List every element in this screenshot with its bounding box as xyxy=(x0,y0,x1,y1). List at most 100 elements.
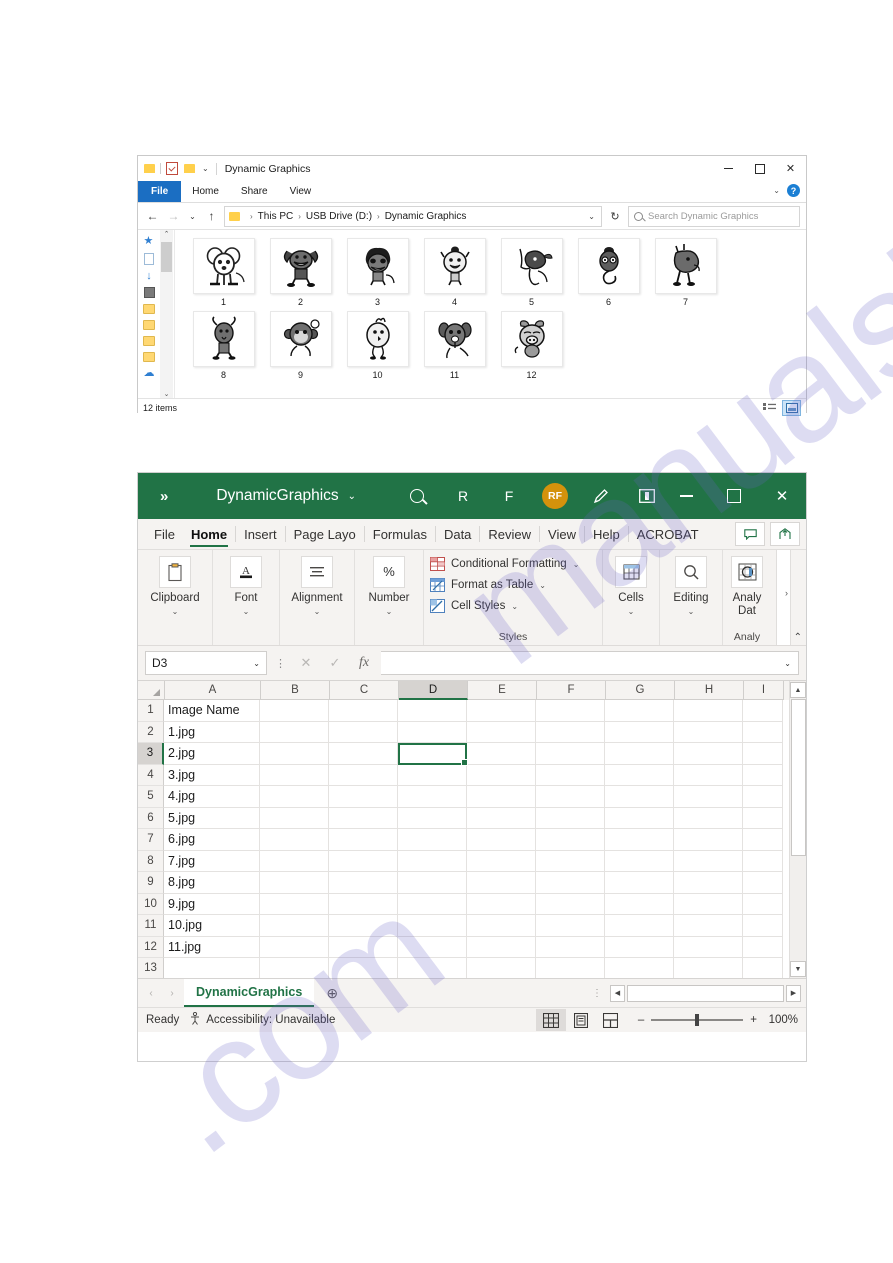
row-header[interactable]: 6 xyxy=(138,807,164,829)
cell-a6[interactable]: 5.jpg xyxy=(164,807,260,829)
chevron-down-icon[interactable]: ⌄ xyxy=(573,560,580,569)
conditional-formatting-button[interactable]: Conditional Formatting ⌄ xyxy=(430,556,579,571)
cell-e6[interactable] xyxy=(467,807,536,829)
excel-close-button[interactable]: ✕ xyxy=(758,473,806,519)
chevron-down-icon[interactable]: ⌄ xyxy=(511,602,518,611)
excel-document-title[interactable]: DynamicGraphics ⌄ xyxy=(216,487,356,505)
cell-g9[interactable] xyxy=(605,872,674,894)
cell-c12[interactable] xyxy=(329,936,398,958)
cell-e7[interactable] xyxy=(467,829,536,851)
cell-e9[interactable] xyxy=(467,872,536,894)
cell-a8[interactable]: 7.jpg xyxy=(164,850,260,872)
hscroll-left-icon[interactable]: ◀ xyxy=(610,984,625,1002)
scrollbar-thumb[interactable] xyxy=(791,699,806,856)
cell-i6[interactable] xyxy=(743,807,783,829)
cell-i11[interactable] xyxy=(743,915,783,937)
cell-c8[interactable] xyxy=(329,850,398,872)
breadcrumb-dynamic-graphics[interactable]: Dynamic Graphics xyxy=(385,211,467,222)
navigation-pane-scrollbar[interactable]: ⌃ ⌄ xyxy=(160,230,173,398)
ribbon-overflow-icon[interactable]: › xyxy=(785,588,788,598)
chevron-down-icon[interactable]: ⌄ xyxy=(688,607,695,616)
chevron-down-icon[interactable]: ⌄ xyxy=(314,607,321,616)
scrollbar-thumb[interactable] xyxy=(161,242,172,272)
collapse-ribbon-icon[interactable]: ⌃ xyxy=(794,632,802,643)
row-header[interactable]: 9 xyxy=(138,872,164,894)
recent-locations-icon[interactable]: ⌄ xyxy=(186,207,199,225)
chevron-down-icon[interactable]: ⌄ xyxy=(773,186,780,195)
scroll-up-icon[interactable]: ▲ xyxy=(790,682,806,698)
column-header-a[interactable]: A xyxy=(165,681,261,700)
format-as-table-button[interactable]: Format as Table ⌄ xyxy=(430,577,546,592)
tab-formulas[interactable]: Formulas xyxy=(365,519,435,549)
cell-h11[interactable] xyxy=(674,915,743,937)
cell-g11[interactable] xyxy=(605,915,674,937)
tab-file[interactable]: File xyxy=(146,519,183,549)
vertical-scrollbar[interactable]: ▲ ▼ xyxy=(789,681,806,978)
new-folder-icon[interactable] xyxy=(184,164,195,173)
cell-d3[interactable] xyxy=(398,743,468,765)
cell-h1[interactable] xyxy=(674,700,743,722)
folder-icon[interactable] xyxy=(143,320,155,330)
cell-e3[interactable] xyxy=(467,743,536,765)
cell-i5[interactable] xyxy=(743,786,783,808)
cell-b9[interactable] xyxy=(260,872,329,894)
cell-c2[interactable] xyxy=(329,721,398,743)
cell-c6[interactable] xyxy=(329,807,398,829)
avatar[interactable]: RF xyxy=(532,473,578,519)
cell-d5[interactable] xyxy=(398,786,467,808)
cell-f10[interactable] xyxy=(536,893,605,915)
name-box[interactable]: D3 ⌄ xyxy=(145,651,267,675)
cell-d10[interactable] xyxy=(398,893,467,915)
file-item[interactable]: 4 xyxy=(416,238,493,307)
cell-i3[interactable] xyxy=(743,743,783,765)
cell-f2[interactable] xyxy=(536,721,605,743)
folder-icon[interactable] xyxy=(143,352,155,362)
cancel-formula-icon[interactable]: ✕ xyxy=(294,655,318,671)
cell-i13[interactable] xyxy=(743,958,783,978)
chevron-down-icon[interactable]: ⌄ xyxy=(243,607,250,616)
row-header[interactable]: 7 xyxy=(138,829,164,851)
cell-h13[interactable] xyxy=(674,958,743,978)
horizontal-scrollbar[interactable] xyxy=(627,984,784,1002)
cell-h2[interactable] xyxy=(674,721,743,743)
insert-function-icon[interactable]: fx xyxy=(352,655,376,671)
cell-a12[interactable]: 11.jpg xyxy=(164,936,260,958)
expand-ribbon-icon[interactable]: » xyxy=(160,488,168,505)
cell-i7[interactable] xyxy=(743,829,783,851)
cell-g6[interactable] xyxy=(605,807,674,829)
row-header[interactable]: 8 xyxy=(138,850,164,872)
file-item[interactable]: 5 xyxy=(493,238,570,307)
cell-b5[interactable] xyxy=(260,786,329,808)
cell-h9[interactable] xyxy=(674,872,743,894)
cell-b6[interactable] xyxy=(260,807,329,829)
row-header[interactable]: 11 xyxy=(138,915,164,937)
cell-f1[interactable] xyxy=(536,700,605,722)
hscroll-right-icon[interactable]: ▶ xyxy=(786,984,801,1002)
cell-e11[interactable] xyxy=(467,915,536,937)
select-all-button[interactable] xyxy=(138,681,165,700)
cell-g8[interactable] xyxy=(605,850,674,872)
file-item[interactable]: 2 xyxy=(262,238,339,307)
cell-d7[interactable] xyxy=(398,829,467,851)
cell-h5[interactable] xyxy=(674,786,743,808)
cell-d6[interactable] xyxy=(398,807,467,829)
large-icons-view-icon[interactable] xyxy=(782,400,801,416)
tab-page-layout[interactable]: Page Layo xyxy=(286,519,364,549)
previous-sheet-icon[interactable]: ‹ xyxy=(142,988,160,999)
row-header[interactable]: 2 xyxy=(138,721,164,743)
cell-e12[interactable] xyxy=(467,936,536,958)
chevron-down-icon[interactable]: ⌄ xyxy=(253,659,260,668)
cell-a1[interactable]: Image Name xyxy=(164,700,260,722)
cell-d4[interactable] xyxy=(398,764,467,786)
sheet-tab-dynamicgraphics[interactable]: DynamicGraphics xyxy=(184,979,315,1007)
cell-i12[interactable] xyxy=(743,936,783,958)
file-item[interactable]: 3 xyxy=(339,238,416,307)
cell-e10[interactable] xyxy=(467,893,536,915)
cell-f12[interactable] xyxy=(536,936,605,958)
cell-f11[interactable] xyxy=(536,915,605,937)
cell-h4[interactable] xyxy=(674,764,743,786)
ribbon-group-font[interactable]: A Font ⌄ xyxy=(213,550,280,645)
chevron-down-icon[interactable]: ⌄ xyxy=(348,491,356,502)
cell-g12[interactable] xyxy=(605,936,674,958)
column-header-c[interactable]: C xyxy=(330,681,399,700)
